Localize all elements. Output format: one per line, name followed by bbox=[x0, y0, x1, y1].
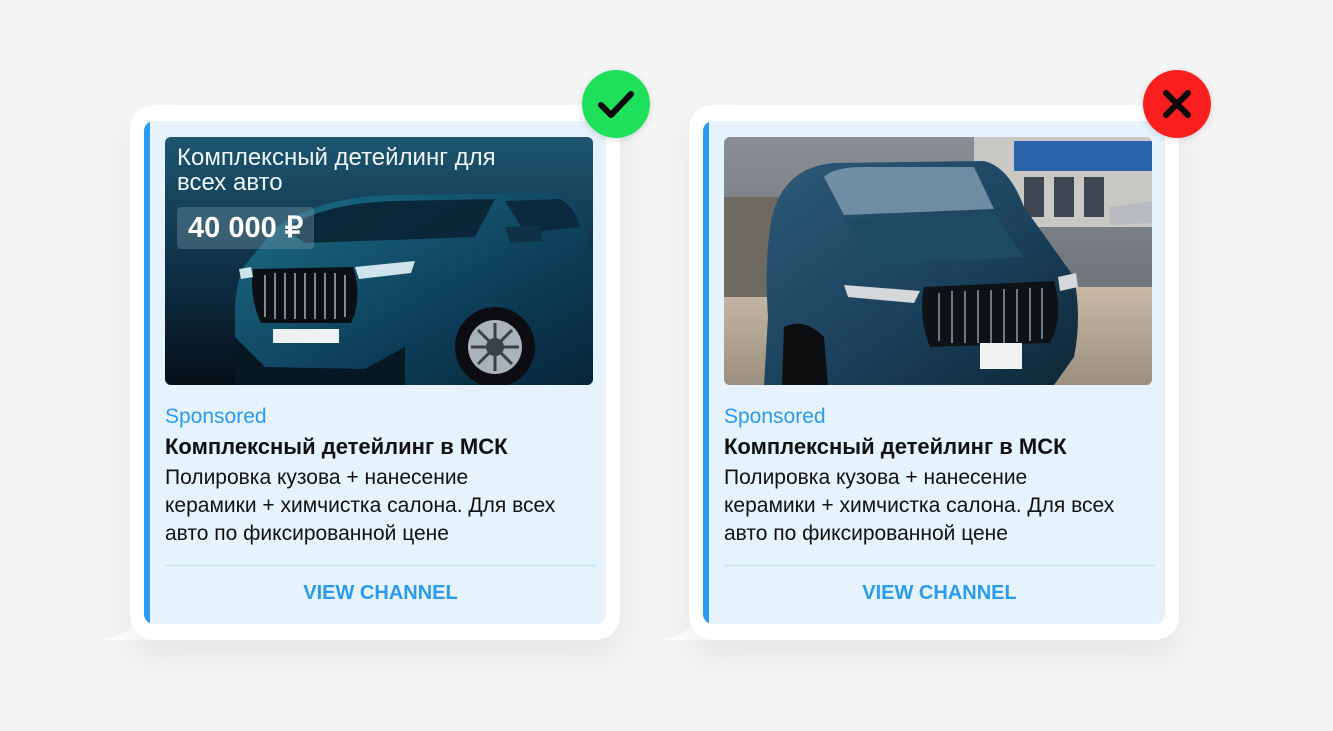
ad-accent-bar bbox=[703, 121, 709, 624]
status-badge-bad bbox=[1143, 70, 1211, 138]
sponsored-ad[interactable]: Комплексный детейлинг для всех авто 40 0… bbox=[144, 121, 606, 624]
ad-title: Комплексный детейлинг в МСК bbox=[165, 434, 508, 459]
sponsored-ad[interactable]: Sponsored Комплексный детейлинг в МСК По… bbox=[703, 121, 1165, 624]
ad-photo-image[interactable] bbox=[724, 137, 1152, 385]
ad-example-bad: Sponsored Комплексный детейлинг в МСК По… bbox=[663, 105, 1179, 640]
sponsored-label: Sponsored bbox=[724, 405, 826, 428]
banner-headline: Комплексный детейлинг для всех авто bbox=[177, 144, 496, 196]
ad-banner-image[interactable]: Комплексный детейлинг для всех авто 40 0… bbox=[165, 137, 593, 385]
car-photo-graphic bbox=[724, 137, 1152, 385]
checkmark-icon bbox=[598, 91, 634, 118]
cross-icon bbox=[1163, 90, 1191, 118]
divider bbox=[165, 565, 596, 566]
view-channel-button[interactable]: VIEW CHANNEL bbox=[724, 573, 1155, 613]
view-channel-button[interactable]: VIEW CHANNEL bbox=[165, 573, 596, 613]
status-badge-good bbox=[582, 70, 650, 138]
ad-description: Полировка кузова + нанесение керамики + … bbox=[724, 466, 1115, 545]
divider bbox=[724, 565, 1155, 566]
ad-description: Полировка кузова + нанесение керамики + … bbox=[165, 466, 556, 545]
sponsored-label: Sponsored bbox=[165, 405, 267, 428]
ad-title: Комплексный детейлинг в МСК bbox=[724, 434, 1067, 459]
banner-price: 40 000 ₽ bbox=[177, 207, 315, 249]
ad-accent-bar bbox=[144, 121, 150, 624]
ad-example-good: Комплексный детейлинг для всех авто 40 0… bbox=[104, 105, 620, 640]
